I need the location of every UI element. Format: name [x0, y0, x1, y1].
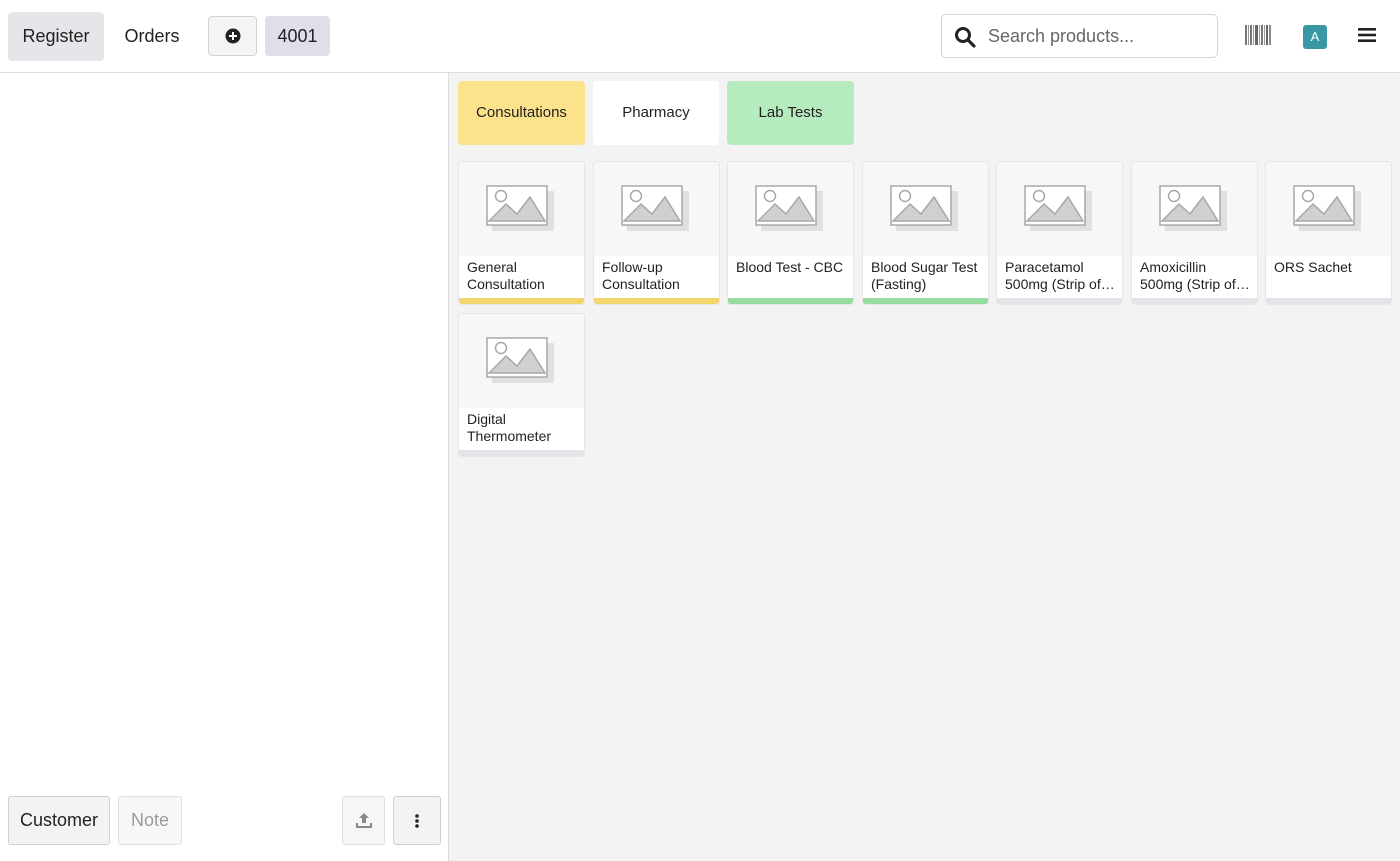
product-image	[594, 162, 719, 256]
product-name: Digital Thermometer	[467, 411, 552, 444]
top-bar: Register Orders 4001 A	[0, 0, 1400, 73]
product-category-bar	[459, 298, 584, 304]
product-category-bar	[1266, 298, 1391, 304]
product-name: Blood Sugar Test (Fasting)	[871, 259, 978, 292]
vertical-ellipsis-icon	[415, 813, 419, 828]
hamburger-menu-icon[interactable]	[1358, 27, 1376, 43]
search-input[interactable]	[988, 21, 1210, 51]
product-card[interactable]: Paracetamol 500mg (Strip of 10)	[996, 161, 1123, 305]
image-placeholder-icon	[621, 185, 689, 231]
image-placeholder-icon	[755, 185, 823, 231]
product-card[interactable]: Blood Sugar Test (Fasting)	[862, 161, 989, 305]
category-consultations[interactable]: Consultations	[458, 81, 585, 145]
product-category-bar	[997, 298, 1122, 304]
image-placeholder-icon	[890, 185, 958, 231]
product-image	[728, 162, 853, 256]
product-image	[1132, 162, 1257, 256]
image-placeholder-icon	[1159, 185, 1227, 231]
tab-register[interactable]: Register	[8, 12, 104, 61]
product-name: General Consultation	[467, 259, 545, 292]
image-placeholder-icon	[486, 337, 554, 383]
upload-icon	[355, 813, 372, 828]
upload-button[interactable]	[342, 796, 385, 845]
order-number-tab[interactable]: 4001	[265, 16, 330, 56]
product-card[interactable]: Blood Test - CBC	[727, 161, 854, 305]
product-panel: Consultations Pharmacy Lab Tests General…	[450, 73, 1400, 861]
product-card[interactable]: General Consultation	[458, 161, 585, 305]
product-name: Follow-up Consultation	[602, 259, 680, 292]
product-image	[459, 162, 584, 256]
product-card[interactable]: ORS Sachet	[1265, 161, 1392, 305]
product-name: Paracetamol 500mg (Strip of 10)	[1005, 259, 1101, 292]
product-category-bar	[459, 450, 584, 456]
product-card[interactable]: Follow-up Consultation	[593, 161, 720, 305]
product-card[interactable]: Amoxicillin 500mg (Strip of 10)	[1131, 161, 1258, 305]
product-name: ORS Sachet	[1274, 259, 1352, 275]
product-category-bar	[594, 298, 719, 304]
note-button[interactable]: Note	[118, 796, 182, 845]
product-card[interactable]: Digital Thermometer	[458, 313, 585, 457]
search-box[interactable]	[941, 14, 1218, 58]
product-image	[1266, 162, 1391, 256]
customer-button[interactable]: Customer	[8, 796, 110, 845]
image-placeholder-icon	[1024, 185, 1092, 231]
category-lab-tests[interactable]: Lab Tests	[727, 81, 854, 145]
user-avatar[interactable]: A	[1303, 25, 1327, 49]
product-category-bar	[1132, 298, 1257, 304]
image-placeholder-icon	[486, 185, 554, 231]
more-options-button[interactable]	[393, 796, 441, 845]
product-name: Amoxicillin 500mg (Strip of 10)	[1140, 259, 1236, 292]
order-panel: Customer Note	[0, 73, 449, 861]
barcode-icon[interactable]	[1245, 25, 1271, 45]
tab-orders[interactable]: Orders	[110, 12, 194, 61]
product-category-bar	[863, 298, 988, 304]
product-image	[459, 314, 584, 408]
new-order-button[interactable]	[208, 16, 257, 56]
product-category-bar	[728, 298, 853, 304]
image-placeholder-icon	[1293, 185, 1361, 231]
category-pharmacy[interactable]: Pharmacy	[593, 81, 719, 145]
product-image	[997, 162, 1122, 256]
plus-circle-icon	[225, 28, 240, 44]
product-image	[863, 162, 988, 256]
search-icon	[955, 27, 976, 48]
product-name: Blood Test - CBC	[736, 259, 844, 275]
